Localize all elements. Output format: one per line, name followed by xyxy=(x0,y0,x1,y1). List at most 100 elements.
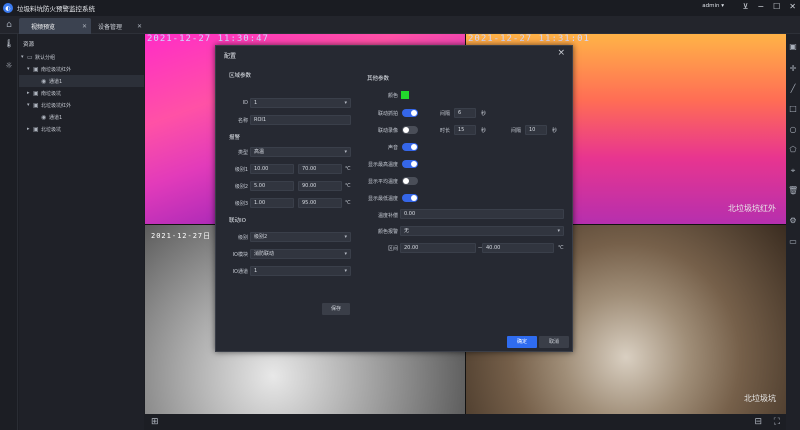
home-icon[interactable]: ⌂ xyxy=(0,16,18,34)
resource-tree: 资源 ▾ ▭ 默认分组 ▾ ▣ 南垃圾坑红外 ◉ 通道1 ▸ ▣ 南垃圾坑 ▾ ▣ 北垃圾坑红外 … xyxy=(19,34,144,430)
io-module-select[interactable]: 消防联动 ▾ xyxy=(250,249,351,259)
polygon-icon[interactable]: ⬠ xyxy=(788,145,798,155)
capture-toggle[interactable] xyxy=(402,109,418,117)
type-label: 类型 xyxy=(237,150,248,156)
video-timestamp: 2021-12-27日 xyxy=(151,232,212,240)
type-select[interactable]: 高温 ▾ xyxy=(250,147,351,157)
delete-icon[interactable]: 🗑 xyxy=(788,186,798,196)
tree-channel-north-ir-1[interactable]: ◉ 通道1 xyxy=(19,111,144,123)
right-toolbar: ▣ ✛ ╱ □ ○ ⬠ ⌖ 🗑 ⚙ ▭ xyxy=(786,34,800,430)
show-max-toggle[interactable] xyxy=(402,160,418,168)
name-label: 名称 xyxy=(237,118,248,124)
level3-label: 级别3 xyxy=(234,201,248,207)
tag-icon[interactable]: ⌖ xyxy=(788,166,798,176)
camera-name: 北垃圾坑 xyxy=(744,394,776,403)
record-duration-label: 时长 xyxy=(440,128,451,134)
folder-icon[interactable]: ▭ xyxy=(788,237,798,247)
cancel-button[interactable]: 取消 xyxy=(539,336,569,348)
tree-label: 南垃圾坑红外 xyxy=(41,66,72,73)
split-screen-icon[interactable]: ⊟ xyxy=(754,417,762,427)
video-timestamp: 2021-12-27 11:30:47 xyxy=(147,34,269,44)
level3-high-input[interactable]: 95.00 xyxy=(298,198,342,208)
io-level-label: 级别 xyxy=(237,235,248,241)
io-channel-label: IO通道 xyxy=(232,269,248,275)
io-channel-select[interactable]: 1 ▾ xyxy=(250,266,351,276)
channel-icon: ◉ xyxy=(41,77,47,85)
level3-low-input[interactable]: 1.00 xyxy=(250,198,294,208)
show-avg-label: 显示平均温度 xyxy=(367,179,398,185)
maximize-icon[interactable]: ☐ xyxy=(773,2,780,11)
chevron-down-icon: ▾ xyxy=(344,149,347,155)
tree-channel-south-ir-1[interactable]: ◉ 通道1 xyxy=(19,75,144,87)
close-icon[interactable]: ✕ xyxy=(789,2,796,11)
io-section-title: 联动IO xyxy=(229,218,246,224)
pin-icon[interactable]: ⊻ xyxy=(743,2,749,11)
camera-icon: ▣ xyxy=(33,125,39,133)
thermometer-icon[interactable]: 🌡 xyxy=(4,39,14,49)
video-toolbar: ⊞ ⊟ ⛶ xyxy=(145,414,786,430)
brightness-icon[interactable]: ☼ xyxy=(4,61,14,71)
circle-icon[interactable]: ○ xyxy=(788,125,798,135)
ok-button[interactable]: 确定 xyxy=(507,336,537,348)
io-level-select[interactable]: 级别2 ▾ xyxy=(250,232,351,242)
name-input[interactable]: ROI1 xyxy=(250,115,351,125)
toggle-knob xyxy=(411,161,417,167)
level1-high-input[interactable]: 70.00 xyxy=(298,164,342,174)
tree-group-default[interactable]: ▾ ▭ 默认分组 xyxy=(19,51,144,63)
toggle-knob xyxy=(403,127,409,133)
io-level-value: 级别2 xyxy=(254,234,268,240)
range-low-input[interactable]: 20.00 xyxy=(400,243,476,253)
sound-toggle[interactable] xyxy=(402,143,418,151)
record-duration-input[interactable]: 15 xyxy=(454,125,476,135)
capture-interval-input[interactable]: 6 xyxy=(454,108,476,118)
tab-close-icon[interactable]: ✕ xyxy=(137,23,142,30)
window-controls: ⊻ − ☐ ✕ xyxy=(743,2,796,11)
record-toggle[interactable] xyxy=(402,126,418,134)
id-value: 1 xyxy=(254,100,258,106)
tree-label: 通道1 xyxy=(49,114,63,121)
save-button[interactable]: 保存 xyxy=(322,303,350,315)
region-icon[interactable]: ▣ xyxy=(788,42,798,52)
temp-comp-input[interactable]: 0.00 xyxy=(400,209,564,219)
show-avg-toggle[interactable] xyxy=(402,177,418,185)
record-interval: 10 xyxy=(529,127,536,133)
point-icon[interactable]: ✛ xyxy=(788,64,798,74)
level3-low: 1.00 xyxy=(254,200,266,206)
record-duration: 15 xyxy=(458,127,465,133)
tree-device-south-ir[interactable]: ▾ ▣ 南垃圾坑红外 xyxy=(19,63,144,75)
tab-device-management[interactable]: 设备管理 ✕ xyxy=(86,18,146,34)
minimize-icon[interactable]: − xyxy=(757,2,764,11)
chevron-down-icon: ▾ xyxy=(344,100,347,106)
user-menu[interactable]: admin ▾ xyxy=(702,3,724,9)
level1-low-input[interactable]: 10.00 xyxy=(250,164,294,174)
tree-device-north[interactable]: ▸ ▣ 北垃圾坑 xyxy=(19,123,144,135)
temp-comp-value: 0.00 xyxy=(404,211,416,217)
tab-label: 视频预览 xyxy=(31,23,56,31)
level2-high-input[interactable]: 90.00 xyxy=(298,181,342,191)
type-value: 高温 xyxy=(254,149,265,155)
color-alarm-select[interactable]: 无 ▾ xyxy=(400,226,564,236)
tree-device-south[interactable]: ▸ ▣ 南垃圾坑 xyxy=(19,87,144,99)
tab-video-preview[interactable]: 视频预览 ✕ xyxy=(19,18,91,34)
color-swatch[interactable] xyxy=(401,91,409,99)
tree-label: 南垃圾坑 xyxy=(41,90,62,97)
level2-label: 级别2 xyxy=(234,184,248,190)
tree-device-north-ir[interactable]: ▾ ▣ 北垃圾坑红外 xyxy=(19,99,144,111)
record-interval-input[interactable]: 10 xyxy=(525,125,547,135)
id-select[interactable]: 1 ▾ xyxy=(250,98,351,108)
celsius-unit: ℃ xyxy=(345,166,351,172)
io-channel-value: 1 xyxy=(254,268,258,274)
record-interval-label: 间隔 xyxy=(511,128,522,134)
rectangle-icon[interactable]: □ xyxy=(788,104,798,114)
level2-low-input[interactable]: 5.00 xyxy=(250,181,294,191)
config-dialog: 配置 × 区域参数 ID 1 ▾ 名称 ROI1 报警 类型 高温 ▾ 级别1 10… xyxy=(215,45,573,352)
show-min-toggle[interactable] xyxy=(402,194,418,202)
range-high-input[interactable]: 40.00 xyxy=(482,243,554,253)
fullscreen-icon[interactable]: ⛶ xyxy=(774,417,780,427)
tree-label: 默认分组 xyxy=(35,54,56,61)
level1-high: 70.00 xyxy=(302,166,317,172)
line-icon[interactable]: ╱ xyxy=(788,84,798,94)
close-icon[interactable]: × xyxy=(557,48,565,58)
layout-grid-icon[interactable]: ⊞ xyxy=(151,417,159,427)
settings-icon[interactable]: ⚙ xyxy=(788,216,798,226)
